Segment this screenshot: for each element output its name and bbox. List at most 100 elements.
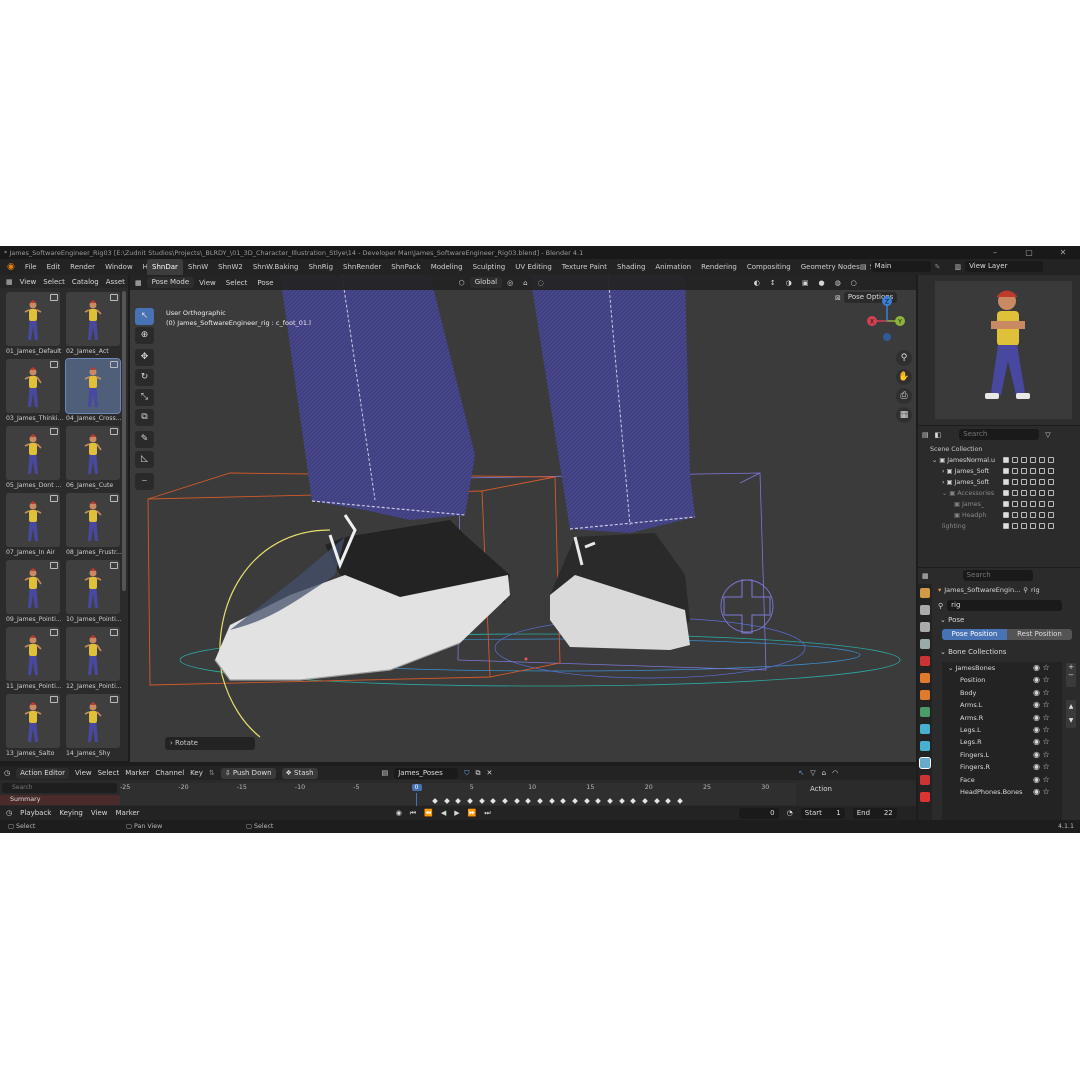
minimize-icon[interactable]: – xyxy=(978,246,1012,259)
view-layer-selector[interactable]: View Layer xyxy=(965,261,1044,272)
snap-keys-icon[interactable]: ⌂ xyxy=(822,769,826,777)
tab-modeling[interactable]: Modeling xyxy=(426,259,468,275)
eye-icon[interactable] xyxy=(1021,457,1027,463)
scene-collection-row[interactable]: Scene Collection xyxy=(930,444,982,455)
jump-end-icon[interactable]: ⏭ xyxy=(484,809,490,818)
select-icon[interactable] xyxy=(1012,479,1018,485)
only-selected-icon[interactable]: ↖ xyxy=(798,769,804,777)
eye-icon[interactable] xyxy=(1021,501,1027,507)
asset-tile[interactable]: 13_James_Salto xyxy=(6,694,60,757)
bone-collection-visibility-icon[interactable]: ◉ ☆ xyxy=(1033,725,1050,734)
viewport-icon[interactable] xyxy=(1030,479,1036,485)
modifier-tab-icon[interactable] xyxy=(920,707,930,717)
bone-collection-visibility-icon[interactable]: ◉ ☆ xyxy=(1033,713,1050,722)
mode-selector[interactable]: Pose Mode xyxy=(146,277,195,288)
tab-rendering[interactable]: Rendering xyxy=(696,259,742,275)
asset-tile[interactable]: 10_James_Pointi... xyxy=(66,560,122,623)
bone-collection-row[interactable]: Legs.R xyxy=(960,736,982,748)
scene-selector[interactable]: Main xyxy=(870,261,931,272)
dopesheet-menu-select[interactable]: Select xyxy=(98,769,120,777)
asset-tile[interactable]: 12_James_Pointi... xyxy=(66,627,122,690)
asset-camera-icon[interactable] xyxy=(50,428,58,435)
viewport-editor-icon[interactable]: ▦ xyxy=(130,279,147,287)
play-icon[interactable]: ▶ xyxy=(454,809,459,817)
outliner-row[interactable]: ▣ James_ xyxy=(954,499,984,510)
duplicate-action-icon[interactable]: ⧉ xyxy=(475,769,480,778)
outliner-row[interactable]: ⌄ ▣ JamesNormal.u xyxy=(932,455,995,466)
tab-shnrig[interactable]: ShnRig xyxy=(303,259,338,275)
navigation-gizmo[interactable]: Y X Z xyxy=(862,293,912,343)
data-tab-icon[interactable] xyxy=(919,757,931,769)
holdout-icon[interactable] xyxy=(1048,501,1054,507)
tab-uv-editing[interactable]: UV Editing xyxy=(510,259,557,275)
menu-window[interactable]: Window xyxy=(100,259,138,275)
bone-collection-visibility-icon[interactable]: ◉ ☆ xyxy=(1033,762,1050,771)
tab-geometry-nodes[interactable]: Geometry Nodes xyxy=(796,259,865,275)
sidebar-toggle-icon[interactable]: ⊠ xyxy=(835,294,841,302)
asset-tile[interactable]: 08_James_Frustr... xyxy=(66,493,122,556)
object-tab-icon[interactable] xyxy=(920,690,930,700)
bone-collection-visibility-icon[interactable]: ◉ ☆ xyxy=(1033,787,1050,796)
asset-camera-icon[interactable] xyxy=(50,361,58,368)
gizmo-icon[interactable]: ↕ xyxy=(765,279,781,287)
checkbox-icon[interactable] xyxy=(1003,512,1009,518)
render-icon[interactable] xyxy=(1039,468,1045,474)
bone-collection-row[interactable]: Fingers.L xyxy=(960,749,989,761)
dopesheet-menu-view[interactable]: View xyxy=(75,769,92,777)
menu-file[interactable]: File xyxy=(20,259,42,275)
eye-icon[interactable] xyxy=(1021,479,1027,485)
eye-icon[interactable] xyxy=(1021,523,1027,529)
render-icon[interactable] xyxy=(1039,457,1045,463)
bone-collections-header[interactable]: ⌄ Bone Collections xyxy=(940,648,1006,656)
rotate-tool[interactable]: ↻ xyxy=(135,369,154,386)
dopesheet-editor-icon[interactable]: ◷ xyxy=(4,769,10,777)
checkbox-icon[interactable] xyxy=(1003,468,1009,474)
pin-icon[interactable]: ✎ xyxy=(935,263,941,271)
keying-menu[interactable]: Keying xyxy=(59,809,83,817)
physics-tab-icon[interactable] xyxy=(920,724,930,734)
push-down-button[interactable]: ⇩ Push Down xyxy=(220,767,276,779)
viewport-icon[interactable] xyxy=(1030,457,1036,463)
annotate-tool[interactable]: ✎ xyxy=(135,431,154,448)
action-selector[interactable]: James_Poses xyxy=(394,767,459,779)
keyframe-type-icon[interactable]: ⇅ xyxy=(209,769,215,777)
bone-collection-visibility-icon[interactable]: ◉ ☆ xyxy=(1033,750,1050,759)
pivot-icon[interactable]: ◎ xyxy=(502,279,518,287)
auto-key-icon[interactable]: ◉ xyxy=(396,809,402,817)
checkbox-icon[interactable] xyxy=(1003,479,1009,485)
menu-render[interactable]: Render xyxy=(65,259,100,275)
bone-tab-icon[interactable] xyxy=(920,775,930,785)
visibility-toggles[interactable] xyxy=(1003,457,1054,463)
tab-shnpack[interactable]: ShnPack xyxy=(386,259,425,275)
outliner-row[interactable]: ⌄ ▣ Accessories xyxy=(942,488,994,499)
viewport-icon[interactable] xyxy=(1030,490,1036,496)
eye-icon[interactable] xyxy=(1021,490,1027,496)
render-icon[interactable] xyxy=(1039,523,1045,529)
bone-collection-visibility-icon[interactable]: ◉ ☆ xyxy=(1033,688,1050,697)
bone-collection-row[interactable]: Fingers.R xyxy=(960,761,990,773)
visibility-toggles[interactable] xyxy=(1003,523,1054,529)
bone-collection-row[interactable]: HeadPhones.Bones xyxy=(960,786,1023,798)
shading-material-icon[interactable]: ◍ xyxy=(830,279,846,287)
close-icon[interactable]: ✕ xyxy=(1046,246,1080,259)
asset-camera-icon[interactable] xyxy=(110,294,118,301)
playback-menu[interactable]: Playback xyxy=(20,809,51,817)
properties-editor-icon[interactable]: ▦ xyxy=(922,572,929,580)
menu-edit[interactable]: Edit xyxy=(42,259,66,275)
dopesheet-menu-key[interactable]: Key xyxy=(190,769,203,777)
asset-camera-icon[interactable] xyxy=(110,696,118,703)
scale-tool[interactable]: ⤡ xyxy=(135,389,154,406)
asset-tile[interactable]: 05_James_Dont ... xyxy=(6,426,62,489)
visibility-toggles[interactable] xyxy=(1003,512,1054,518)
viewport-menu-view[interactable]: View xyxy=(194,279,221,287)
maximize-icon[interactable]: ▢ xyxy=(1012,246,1046,259)
editor-type-icon[interactable]: ▦ xyxy=(6,278,13,286)
summary-channel[interactable]: Summary xyxy=(0,795,120,805)
end-frame-field[interactable]: End 22 xyxy=(852,807,897,819)
tab-animation[interactable]: Animation xyxy=(650,259,696,275)
asset-tile[interactable]: 14_James_Shy xyxy=(66,694,120,757)
bone-collection-visibility-icon[interactable]: ◉ ☆ xyxy=(1033,675,1050,684)
holdout-icon[interactable] xyxy=(1048,512,1054,518)
asset-camera-icon[interactable] xyxy=(110,495,118,502)
asset-tile[interactable]: 09_James_Pointi... xyxy=(6,560,62,623)
